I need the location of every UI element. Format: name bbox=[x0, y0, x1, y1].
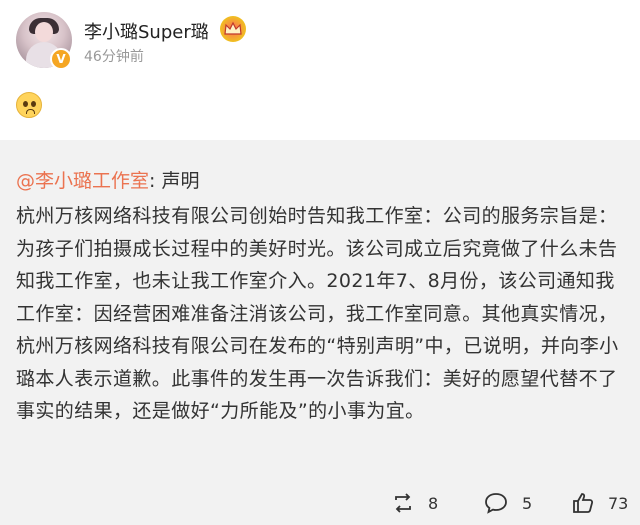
like-button[interactable]: 73 bbox=[572, 488, 628, 518]
repost-card[interactable]: @李小璐工作室: 声明 杭州万核网络科技有限公司创始时告知我工作室：公司的服务宗… bbox=[0, 140, 640, 525]
crown-icon[interactable] bbox=[220, 16, 246, 42]
repost-title: @李小璐工作室: 声明 bbox=[16, 166, 199, 193]
username[interactable]: 李小璐Super璐 bbox=[84, 18, 209, 44]
verified-badge-icon: V bbox=[50, 48, 72, 70]
like-count: 73 bbox=[608, 493, 629, 513]
repost-button[interactable]: 8 bbox=[392, 488, 438, 518]
repost-icon bbox=[395, 493, 411, 513]
post-timestamp: 46分钟前 bbox=[84, 49, 144, 65]
action-bar: 8 5 73 bbox=[0, 488, 640, 518]
pleading-face-icon bbox=[16, 92, 42, 118]
comment-button[interactable]: 5 bbox=[484, 488, 532, 518]
repost-body: 杭州万核网络科技有限公司创始时告知我工作室：公司的服务宗旨是：为孩子们拍摄成长过… bbox=[16, 205, 619, 422]
comment-count: 5 bbox=[522, 493, 533, 513]
repost-title-suffix: : 声明 bbox=[149, 170, 200, 192]
repost-count: 8 bbox=[428, 493, 439, 513]
thumbs-up-icon bbox=[573, 493, 594, 513]
mention-link[interactable]: @李小璐工作室 bbox=[16, 170, 149, 192]
comment-icon bbox=[485, 493, 507, 514]
post-header: V 李小璐Super璐 46分钟前 bbox=[0, 0, 640, 140]
